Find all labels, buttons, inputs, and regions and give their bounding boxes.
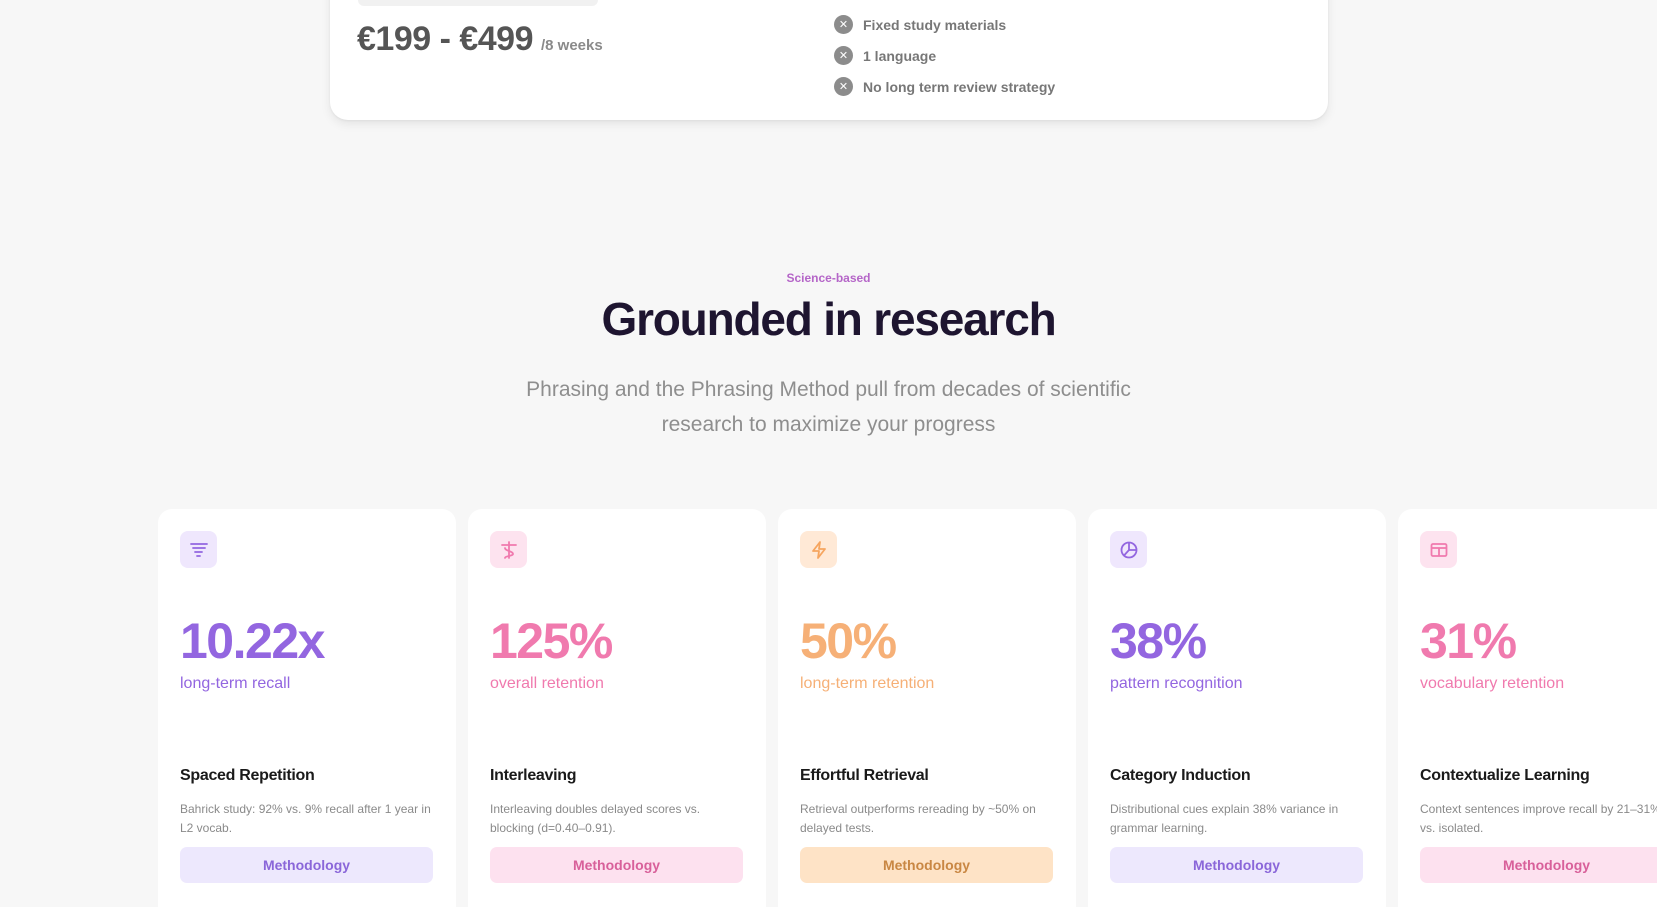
- feature-item: ✕ Fixed study materials: [834, 9, 1055, 40]
- price-value: €199 - €499: [357, 20, 534, 58]
- pie-chart-icon: [1110, 531, 1147, 568]
- research-card-spaced-repetition: 10.22x long-term recall Spaced Repetitio…: [158, 509, 456, 907]
- layout-icon: [1420, 531, 1457, 568]
- card-description: Distributional cues explain 38% variance…: [1110, 802, 1339, 835]
- price-row: €199 - €499 /8 weeks: [357, 20, 603, 59]
- methodology-button[interactable]: Methodology: [1420, 847, 1657, 883]
- research-card-interleaving: 125% overall retention Interleaving Inte…: [468, 509, 766, 907]
- tornado-icon: [180, 531, 217, 568]
- feature-list: ✕ Fixed study materials ✕ 1 language ✕ N…: [834, 9, 1055, 102]
- price-period: /8 weeks: [541, 37, 603, 54]
- card-stat: 50%: [800, 613, 897, 669]
- section-subtitle: Phrasing and the Phrasing Method pull fr…: [526, 378, 1131, 436]
- card-title: Interleaving: [490, 767, 577, 784]
- section-eyebrow: Science-based: [786, 271, 871, 285]
- card-description: Retrieval outperforms rereading by ~50% …: [800, 802, 1036, 835]
- card-stat-label: pattern recognition: [1110, 675, 1243, 692]
- card-description: Bahrick study: 92% vs. 9% recall after 1…: [180, 802, 431, 835]
- card-stat: 38%: [1110, 613, 1207, 669]
- feature-item: ✕ 1 language: [834, 40, 1055, 71]
- methodology-button[interactable]: Methodology: [800, 847, 1053, 883]
- card-title: Category Induction: [1110, 767, 1251, 784]
- research-cards: 10.22x long-term recall Spaced Repetitio…: [158, 509, 1657, 907]
- pricing-card: €199 - €499 /8 weeks ✕ Fixed study mater…: [330, 0, 1328, 120]
- methodology-button[interactable]: Methodology: [490, 847, 743, 883]
- card-stat-label: overall retention: [490, 675, 604, 692]
- card-title: Contextualize Learning: [1420, 767, 1590, 784]
- card-title: Effortful Retrieval: [800, 767, 929, 784]
- feature-item: ✕ No long term review strategy: [834, 71, 1055, 102]
- research-card-contextualize-learning: 31% vocabulary retention Contextualize L…: [1398, 509, 1657, 907]
- section-title: Grounded in research: [601, 293, 1056, 345]
- x-circle-icon: ✕: [834, 15, 853, 34]
- lightning-icon: [800, 531, 837, 568]
- card-title: Spaced Repetition: [180, 767, 315, 784]
- methodology-button[interactable]: Methodology: [1110, 847, 1363, 883]
- x-circle-icon: ✕: [834, 46, 853, 65]
- pricing-badge-placeholder: [358, 0, 598, 6]
- card-description: Interleaving doubles delayed scores vs. …: [490, 802, 701, 835]
- card-stat-label: long-term retention: [800, 675, 935, 692]
- card-stat: 125%: [490, 613, 613, 669]
- x-circle-icon: ✕: [834, 77, 853, 96]
- card-stat: 10.22x: [180, 613, 325, 669]
- page: €199 - €499 /8 weeks ✕ Fixed study mater…: [0, 0, 1657, 907]
- caduceus-icon: [490, 531, 527, 568]
- feature-label: 1 language: [863, 47, 937, 64]
- card-stat-label: vocabulary retention: [1420, 675, 1565, 692]
- card-stat-label: long-term recall: [180, 675, 291, 692]
- research-card-effortful-retrieval: 50% long-term retention Effortful Retrie…: [778, 509, 1076, 907]
- card-stat: 31%: [1420, 613, 1517, 669]
- card-description: Context sentences improve recall by 21–3…: [1420, 802, 1657, 835]
- feature-label: Fixed study materials: [863, 16, 1007, 33]
- methodology-button[interactable]: Methodology: [180, 847, 433, 883]
- research-card-category-induction: 38% pattern recognition Category Inducti…: [1088, 509, 1386, 907]
- feature-label: No long term review strategy: [863, 78, 1056, 95]
